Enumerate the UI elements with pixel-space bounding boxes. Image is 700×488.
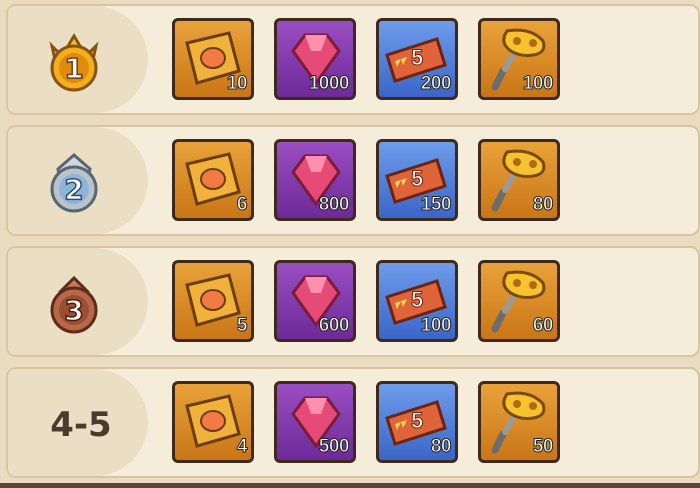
reward-item-ruby-gem[interactable]: 800	[274, 139, 356, 221]
item-quantity: 200	[420, 73, 452, 95]
speedup-value: 5	[411, 166, 423, 191]
speedup-value: 5	[411, 408, 423, 433]
rank-badge-bronze-crown: 3	[38, 266, 110, 338]
reward-item-scroll-ticket[interactable]: 4	[172, 381, 254, 463]
reward-item-ruby-gem[interactable]: 1000	[274, 18, 356, 100]
reward-item-speedup-ticket[interactable]: 5 150	[376, 139, 458, 221]
rank-range: 4-5	[36, 389, 126, 461]
item-quantity: 600	[318, 315, 350, 337]
rank-badge-silver-crown: 2	[38, 145, 110, 217]
item-quantity: 500	[318, 436, 350, 458]
reward-item-wind-up-key[interactable]: 80	[478, 139, 560, 221]
reward-item-ruby-gem[interactable]: 600	[274, 260, 356, 342]
reward-item-wind-up-key[interactable]: 60	[478, 260, 560, 342]
item-quantity: 6	[236, 194, 248, 216]
reward-item-speedup-ticket[interactable]: 5 80	[376, 381, 458, 463]
item-quantity: 10	[226, 73, 248, 95]
item-quantity: 80	[532, 194, 554, 216]
reward-item-wind-up-key[interactable]: 50	[478, 381, 560, 463]
rank-number: 2	[63, 172, 84, 207]
reward-row-1: 1 10 1000 5 200 100	[6, 4, 700, 115]
item-quantity: 150	[420, 194, 452, 216]
item-quantity: 80	[430, 436, 452, 458]
reward-row-3: 3 5 600 5 100 60	[6, 246, 700, 357]
item-quantity: 5	[236, 315, 248, 337]
reward-item-scroll-ticket[interactable]: 5	[172, 260, 254, 342]
speedup-value: 5	[411, 45, 423, 70]
item-quantity: 100	[420, 315, 452, 337]
reward-row-2: 2 6 800 5 150 80	[6, 125, 700, 236]
rank-number: 1	[63, 51, 84, 86]
item-quantity: 60	[532, 315, 554, 337]
item-quantity: 100	[522, 73, 554, 95]
reward-row-4: 4-5 4 500 5 80 50	[6, 367, 700, 478]
reward-item-speedup-ticket[interactable]: 5 100	[376, 260, 458, 342]
rank-badge-gold-crown: 1	[38, 24, 110, 96]
reward-item-wind-up-key[interactable]: 100	[478, 18, 560, 100]
reward-item-scroll-ticket[interactable]: 6	[172, 139, 254, 221]
item-quantity: 800	[318, 194, 350, 216]
item-quantity: 50	[532, 436, 554, 458]
rank-number: 3	[63, 293, 84, 328]
item-quantity: 1000	[308, 73, 350, 95]
reward-item-scroll-ticket[interactable]: 10	[172, 18, 254, 100]
reward-panel: 1 10 1000 5 200 100 2 6 800 5 150 80 3 5…	[0, 0, 700, 483]
reward-rows: 1 10 1000 5 200 100 2 6 800 5 150 80 3 5…	[6, 4, 700, 488]
rank-range-label: 4-5	[50, 405, 112, 445]
speedup-value: 5	[411, 287, 423, 312]
reward-item-speedup-ticket[interactable]: 5 200	[376, 18, 458, 100]
item-quantity: 4	[236, 436, 248, 458]
reward-item-ruby-gem[interactable]: 500	[274, 381, 356, 463]
